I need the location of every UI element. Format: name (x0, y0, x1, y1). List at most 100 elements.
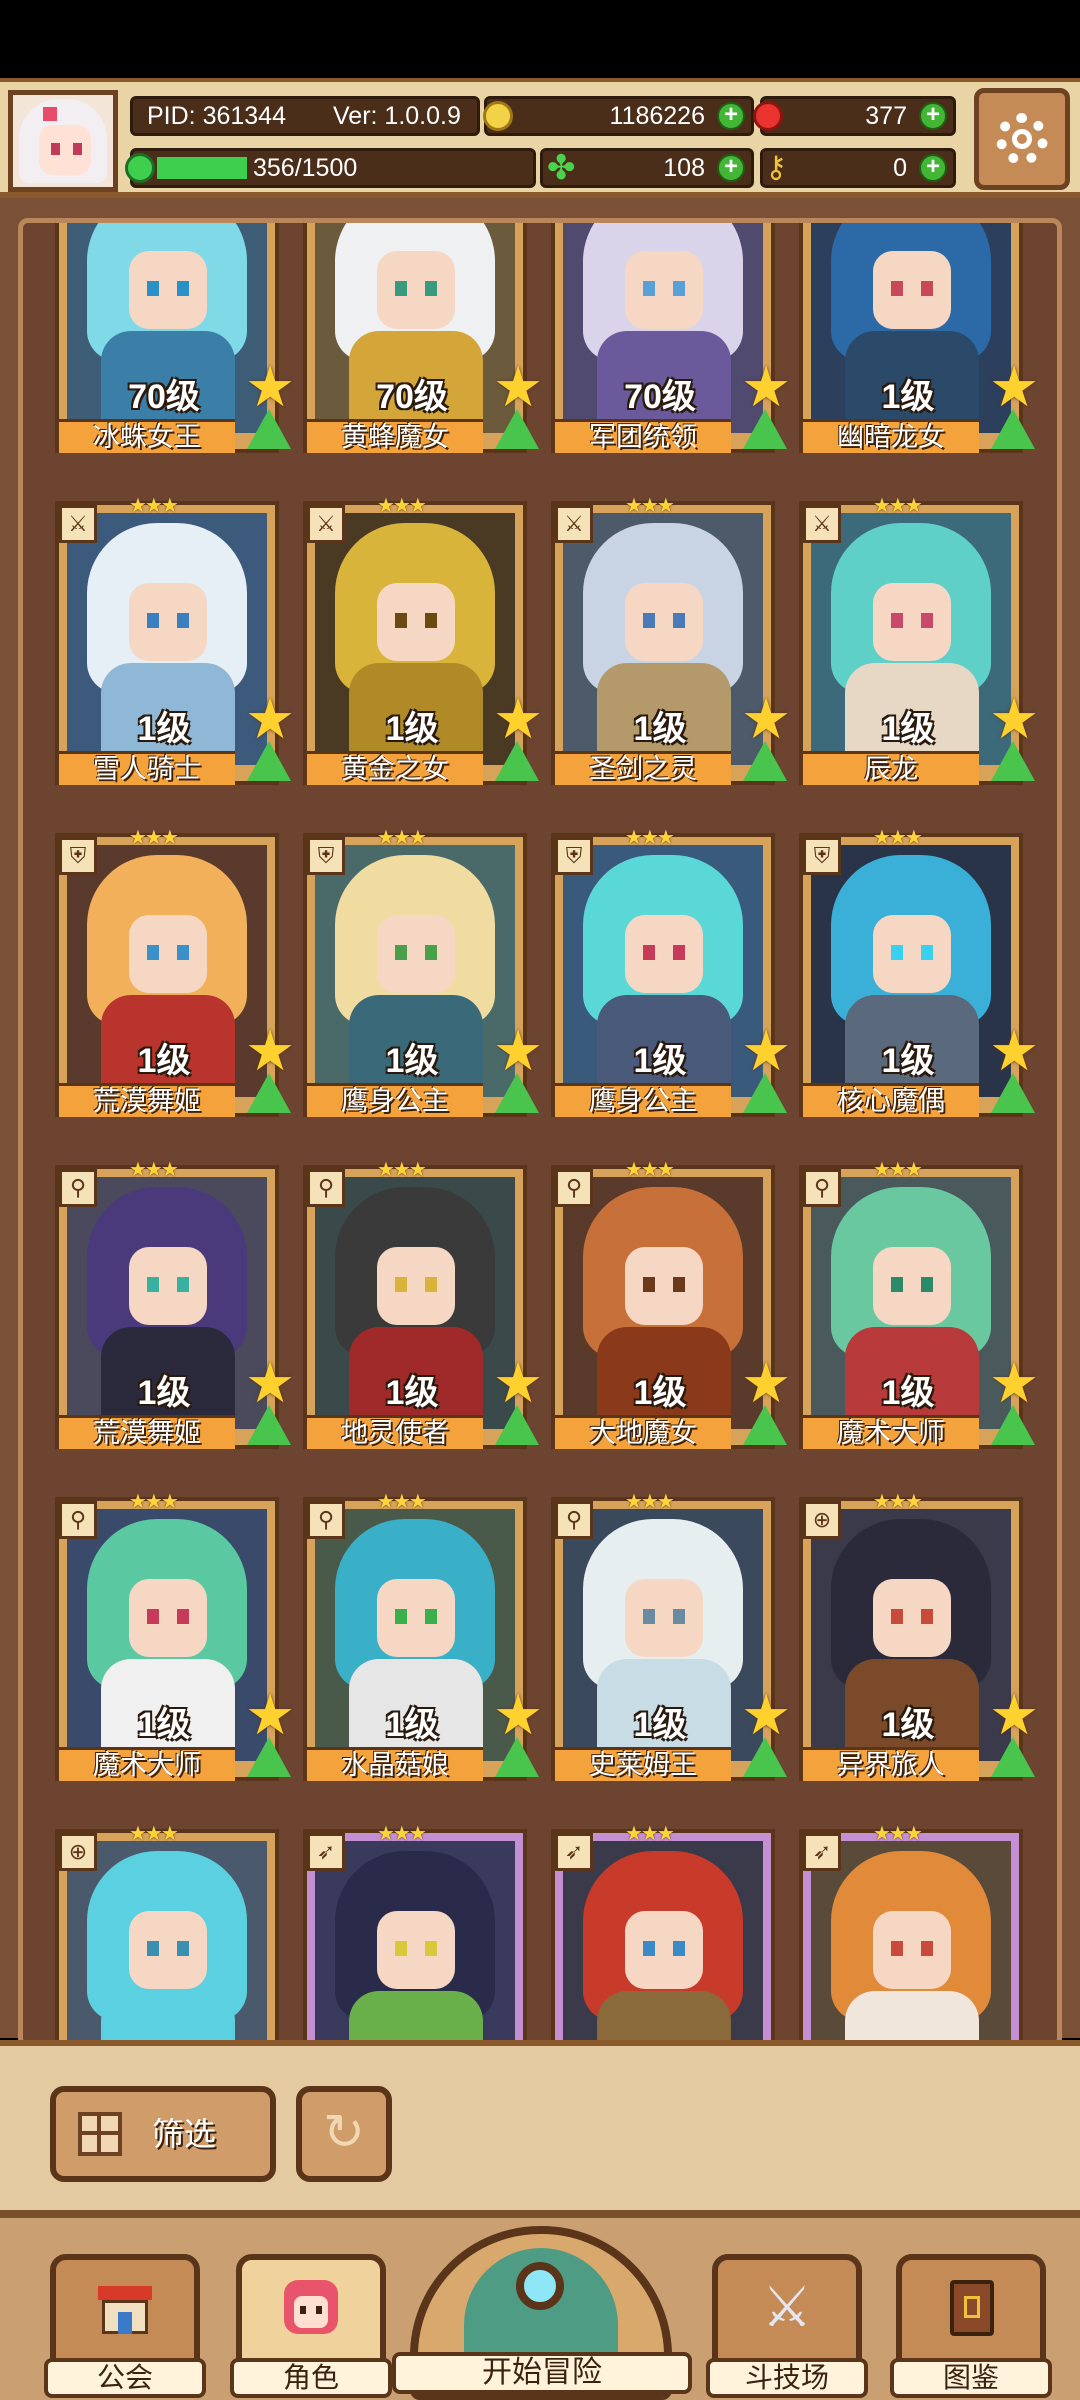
level-up-arrow-icon[interactable] (991, 1073, 1035, 1113)
character-card[interactable]: ⚔★★★70级★军团统领 (551, 223, 791, 453)
star-upgrade-icon[interactable]: ★ (741, 1355, 791, 1411)
level-up-arrow-icon[interactable] (743, 741, 787, 781)
character-card[interactable]: ⚲ ★★★ 1级 ★ 大地魔女 (551, 1159, 791, 1449)
character-card[interactable]: ⚲ ★★★ 1级 ★ 荒漠舞姬 (55, 1159, 295, 1449)
level-up-arrow-icon[interactable] (991, 741, 1035, 781)
filter-button[interactable]: 筛选 (50, 2086, 276, 2182)
character-card[interactable]: ⛨ ★★★ 1级 ★ 鹰身公主 (303, 827, 543, 1117)
star-upgrade-icon[interactable]: ★ (245, 359, 295, 415)
add-gold-button[interactable]: + (717, 102, 745, 130)
level-up-arrow-icon[interactable] (991, 1737, 1035, 1777)
level-up-arrow-icon[interactable] (247, 1737, 291, 1777)
character-card[interactable]: ⛨★★★70级★黄蜂魔女 (303, 223, 543, 453)
character-card[interactable]: ⚲ ★★★ 1级 ★ 魔术大师 (55, 1491, 295, 1781)
filter-bar: 筛选 ↻ (0, 2040, 1080, 2210)
star-upgrade-icon[interactable]: ★ (245, 1355, 295, 1411)
character-name: 水晶菇娘 (307, 1747, 483, 1781)
level-up-arrow-icon[interactable] (247, 1405, 291, 1445)
star-upgrade-icon[interactable]: ★ (741, 1023, 791, 1079)
star-upgrade-icon[interactable]: ★ (493, 691, 543, 747)
character-name: 核心魔偶 (803, 1083, 979, 1117)
star-upgrade-icon[interactable]: ★ (245, 1687, 295, 1743)
rarity-stars: ★★★ (377, 1823, 427, 1845)
star-upgrade-icon[interactable]: ★ (989, 1023, 1039, 1079)
rarity-stars: ★★★ (377, 1159, 427, 1181)
gem-bar: 377 + (753, 96, 956, 136)
rarity-stars: ★★★ (625, 1823, 675, 1845)
character-card[interactable]: ⚔ ★★★ 1级 ★ 黄金之女 (303, 495, 543, 785)
star-upgrade-icon[interactable]: ★ (989, 1355, 1039, 1411)
rarity-stars: ★★★ (129, 827, 179, 849)
level-up-arrow-icon[interactable] (743, 1737, 787, 1777)
character-level: 1级 (881, 1706, 935, 1744)
level-up-arrow-icon[interactable] (247, 1073, 291, 1113)
star-upgrade-icon[interactable]: ★ (989, 359, 1039, 415)
level-up-arrow-icon[interactable] (495, 1073, 539, 1113)
star-upgrade-icon[interactable]: ★ (741, 1687, 791, 1743)
star-upgrade-icon[interactable]: ★ (493, 359, 543, 415)
star-upgrade-icon[interactable]: ★ (245, 691, 295, 747)
star-upgrade-icon[interactable]: ★ (493, 1687, 543, 1743)
rarity-stars: ★★★ (625, 1159, 675, 1181)
settings-button[interactable] (974, 88, 1070, 190)
level-up-arrow-icon[interactable] (247, 409, 291, 449)
star-upgrade-icon[interactable]: ★ (741, 691, 791, 747)
level-up-arrow-icon[interactable] (247, 741, 291, 781)
add-ticket-button[interactable]: + (919, 154, 947, 182)
level-up-arrow-icon[interactable] (495, 1405, 539, 1445)
avatar-eye (51, 143, 60, 155)
character-level: 1级 (881, 378, 935, 416)
level-up-arrow-icon[interactable] (743, 1073, 787, 1113)
character-card[interactable]: ⚔ ★★★ 1级 ★ 辰龙 (799, 495, 1039, 785)
level-up-arrow-icon[interactable] (495, 741, 539, 781)
character-card[interactable]: ⊕ ★★★ (55, 1823, 279, 2043)
star-upgrade-icon[interactable]: ★ (989, 691, 1039, 747)
character-card[interactable]: ➶ ★★★ (303, 1823, 527, 2043)
character-card[interactable]: ⛨★★★70级★冰蛛女王 (55, 223, 295, 453)
character-name: 史莱姆王 (555, 1747, 731, 1781)
character-level: 1级 (633, 1042, 687, 1080)
nav-codex[interactable]: 图鉴 (890, 2254, 1052, 2398)
level-up-arrow-icon[interactable] (743, 409, 787, 449)
level-up-arrow-icon[interactable] (495, 409, 539, 449)
star-upgrade-icon[interactable]: ★ (493, 1023, 543, 1079)
add-gem-button[interactable]: + (919, 102, 947, 130)
character-card[interactable]: ⚔ ★★★ 1级 ★ 圣剑之灵 (551, 495, 791, 785)
star-upgrade-icon[interactable]: ★ (493, 1355, 543, 1411)
star-upgrade-icon[interactable]: ★ (741, 359, 791, 415)
character-card[interactable]: ⚲ ★★★ 1级 ★ 地灵使者 (303, 1159, 543, 1449)
character-card[interactable]: ⚲ ★★★ 1级 ★ 魔术大师 (799, 1159, 1039, 1449)
rarity-stars: ★★★ (625, 495, 675, 517)
character-card[interactable]: ⛨ ★★★ 1级 ★ 荒漠舞姬 (55, 827, 295, 1117)
star-upgrade-icon[interactable]: ★ (989, 1687, 1039, 1743)
character-card[interactable]: ⚲ ★★★ 1级 ★ 史莱姆王 (551, 1491, 791, 1781)
character-card[interactable]: ⛨ ★★★ 1级 ★ 核心魔偶 (799, 827, 1039, 1117)
nav-guild[interactable]: 公会 (44, 2254, 206, 2398)
shield-icon: ⛨ (803, 837, 841, 875)
character-card[interactable]: ➶ ★★★ (551, 1823, 775, 2043)
add-clover-button[interactable]: + (717, 154, 745, 182)
level-up-arrow-icon[interactable] (743, 1405, 787, 1445)
character-name: 荒漠舞姬 (59, 1415, 235, 1449)
character-card[interactable]: ➶ ★★★ (799, 1823, 1023, 2043)
refresh-button[interactable]: ↻ (296, 2086, 392, 2182)
nav-arena[interactable]: ⚔ 斗技场 (706, 2254, 868, 2398)
rarity-stars: ★★★ (873, 827, 923, 849)
rarity-stars: ★★★ (129, 1823, 179, 1845)
character-card[interactable]: ⚔ ★★★ 1级 ★ 雪人骑士 (55, 495, 295, 785)
staff-icon: ⚲ (555, 1501, 593, 1539)
character-card[interactable]: ⚔★★★1级★幽暗龙女 (799, 223, 1039, 453)
character-card[interactable]: ⛨ ★★★ 1级 ★ 鹰身公主 (551, 827, 791, 1117)
character-level: 70级 (376, 378, 448, 416)
character-card[interactable]: ⊕ ★★★ 1级 ★ 异界旅人 (799, 1491, 1039, 1781)
nav-role[interactable]: 角色 (230, 2254, 392, 2398)
player-avatar[interactable] (8, 90, 118, 192)
character-card[interactable]: ⚲ ★★★ 1级 ★ 水晶菇娘 (303, 1491, 543, 1781)
level-up-arrow-icon[interactable] (495, 1737, 539, 1777)
level-up-arrow-icon[interactable] (991, 1405, 1035, 1445)
rarity-stars: ★★★ (377, 827, 427, 849)
level-up-arrow-icon[interactable] (991, 409, 1035, 449)
shield-icon: ⛨ (59, 837, 97, 875)
character-list[interactable]: ⛨★★★70级★冰蛛女王⛨★★★70级★黄蜂魔女⚔★★★70级★军团统领⚔★★★… (18, 218, 1062, 2048)
star-upgrade-icon[interactable]: ★ (245, 1023, 295, 1079)
